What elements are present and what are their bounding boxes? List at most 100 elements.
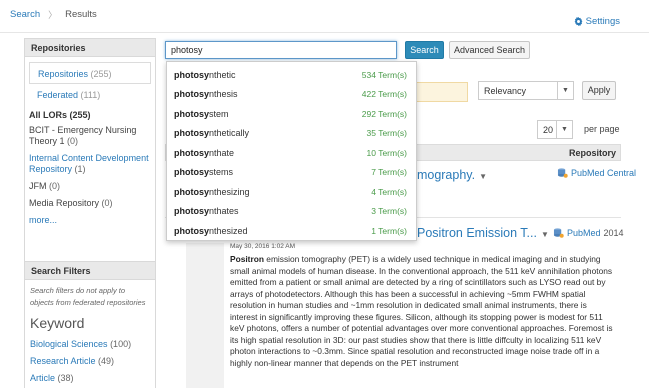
keyword-item[interactable]: Research Article (49)	[25, 350, 155, 367]
apply-button[interactable]: Apply	[582, 81, 616, 100]
suggestion-term: photosynthetic	[174, 70, 236, 80]
chevron-down-icon[interactable]: ▼	[479, 172, 487, 181]
suggestion-term: photosynthates	[174, 206, 239, 216]
autocomplete-item[interactable]: photosynthesizing 4 Term(s)	[167, 182, 416, 202]
autocomplete-item[interactable]: photosynthetically 35 Term(s)	[167, 124, 416, 144]
lor-item-label: Media Repository	[29, 198, 100, 208]
suggestion-count: 7 Term(s)	[371, 167, 407, 178]
result-repository[interactable]: PubMed 2014	[553, 228, 624, 238]
result-repository-name: PubMed	[567, 228, 601, 238]
chevron-down-icon: ▼	[556, 121, 572, 138]
lor-list: All LORs (255) BCIT - Emergency Nursing …	[25, 106, 155, 226]
suggestion-rest: nthesized	[209, 225, 248, 236]
lor-item-count: (0)	[67, 136, 79, 146]
result-title-text: Positron Emission T...	[417, 226, 537, 240]
tab-federated-label: Federated	[37, 90, 79, 100]
repository-column-header: Repository	[568, 148, 616, 158]
suggestion-count: 292 Term(s)	[361, 108, 407, 119]
lor-item-count: (1)	[74, 164, 86, 174]
suggestion-prefix: photosy	[174, 206, 209, 217]
autocomplete-item[interactable]: photosynthate 10 Term(s)	[167, 143, 416, 163]
suggestion-term: photosynthesized	[174, 226, 248, 236]
suggestion-term: photosystem	[174, 109, 229, 119]
result-year: 2014	[603, 228, 624, 238]
result-title-link[interactable]: omography. ▼	[410, 168, 487, 182]
suggestion-rest: stem	[209, 108, 229, 119]
suggestion-prefix: photosy	[174, 128, 209, 139]
sort-select[interactable]: Relevancy ▼	[478, 81, 574, 100]
abstract-text: emission tomography (PET) is a widely us…	[230, 254, 613, 368]
autocomplete-item[interactable]: photosynthetic 534 Term(s)	[167, 65, 416, 85]
autocomplete-item[interactable]: photosystems 7 Term(s)	[167, 163, 416, 183]
autocomplete-item[interactable]: photosystem 292 Term(s)	[167, 104, 416, 124]
suggestion-count: 4 Term(s)	[371, 186, 407, 197]
suggestion-prefix: photosy	[174, 89, 209, 100]
repositories-title: Repositories	[25, 39, 155, 57]
advanced-search-button[interactable]: Advanced Search	[449, 41, 530, 59]
autocomplete-item[interactable]: photosynthates 3 Term(s)	[167, 202, 416, 222]
autocomplete-item[interactable]: photosynthesized 1 Term(s)	[167, 221, 416, 241]
lor-item-label: Internal Content Development Repository	[29, 153, 149, 174]
per-page-select[interactable]: 20 ▼	[537, 120, 573, 139]
lor-item-link[interactable]: Internal Content Development Repository …	[29, 153, 151, 175]
lor-heading: All LORs (255)	[29, 110, 91, 120]
suggestion-count: 1 Term(s)	[371, 225, 407, 236]
abstract-highlight: Positron	[230, 254, 264, 264]
settings-button[interactable]: Settings	[574, 16, 620, 27]
top-bar: Search 〉 Results Settings	[0, 0, 649, 33]
keyword-count: (100)	[110, 339, 132, 349]
suggestion-term: photosystems	[174, 167, 233, 177]
suggestion-rest: nthates	[209, 206, 239, 217]
keyword-label: Biological Sciences	[30, 339, 108, 349]
keyword-heading: Keyword	[30, 315, 85, 331]
keyword-item[interactable]: Biological Sciences (100)	[25, 333, 155, 350]
per-page-label: per page	[584, 124, 620, 134]
database-icon	[553, 228, 564, 238]
more-link[interactable]: more...	[29, 215, 151, 226]
lor-item-label: JFM	[29, 181, 47, 191]
breadcrumb-search-link[interactable]: Search	[10, 9, 40, 20]
keyword-count: (49)	[98, 356, 115, 366]
keyword-label: Article	[30, 373, 56, 383]
suggestion-prefix: photosy	[174, 69, 209, 80]
suggestion-count: 10 Term(s)	[366, 147, 407, 158]
result-title-text: omography.	[410, 168, 476, 182]
gear-icon	[574, 17, 583, 26]
tab-federated-count: (111)	[80, 90, 101, 100]
keyword-item[interactable]: Article (38)	[25, 367, 155, 384]
chevron-down-icon: ▼	[557, 82, 573, 99]
sort-value: Relevancy	[484, 86, 527, 96]
result-thumbnail[interactable]	[186, 243, 224, 388]
suggestion-rest: nthetic	[209, 69, 236, 80]
suggestion-count: 3 Term(s)	[371, 206, 407, 217]
filters-note: Search filters do not apply to objects f…	[30, 286, 146, 307]
database-icon	[557, 168, 568, 178]
lor-item-count: (0)	[101, 198, 113, 208]
result-date: May 30, 2016 1:02 AM	[230, 243, 296, 250]
keyword-label: Research Article	[30, 356, 96, 366]
result-title-link[interactable]: Positron Emission T... ▼	[417, 226, 549, 240]
suggestion-count: 35 Term(s)	[366, 128, 407, 139]
tab-repositories[interactable]: Repositories (255)	[29, 62, 151, 84]
lor-item: Media Repository (0)	[29, 198, 151, 209]
suggestion-prefix: photosy	[174, 225, 209, 236]
autocomplete-item[interactable]: photosynthesis 422 Term(s)	[167, 85, 416, 105]
suggestion-term: photosynthesizing	[174, 187, 250, 197]
lor-item: JFM (0)	[29, 181, 151, 192]
suggestion-rest: nthate	[209, 147, 235, 158]
suggestion-prefix: photosy	[174, 147, 209, 158]
suggestion-rest: nthesis	[209, 89, 238, 100]
result-repository[interactable]: PubMed Central	[557, 168, 636, 178]
search-input[interactable]: photosy	[165, 41, 397, 59]
autocomplete-dropdown: photosynthetic 534 Term(s) photosynthesi…	[166, 61, 417, 241]
lor-item-label: BCIT - Emergency Nursing Theory 1	[29, 125, 137, 146]
suggestion-count: 534 Term(s)	[361, 69, 407, 80]
breadcrumb: Search 〉 Results	[10, 8, 97, 21]
result-abstract: Positron emission tomography (PET) is a …	[230, 254, 614, 369]
search-button[interactable]: Search	[405, 41, 444, 59]
suggestion-term: photosynthesis	[174, 89, 238, 99]
tab-federated[interactable]: Federated (111)	[29, 84, 151, 106]
suggestion-rest: nthetically	[209, 128, 250, 139]
chevron-down-icon[interactable]: ▼	[541, 230, 549, 239]
suggestion-prefix: photosy	[174, 167, 209, 178]
